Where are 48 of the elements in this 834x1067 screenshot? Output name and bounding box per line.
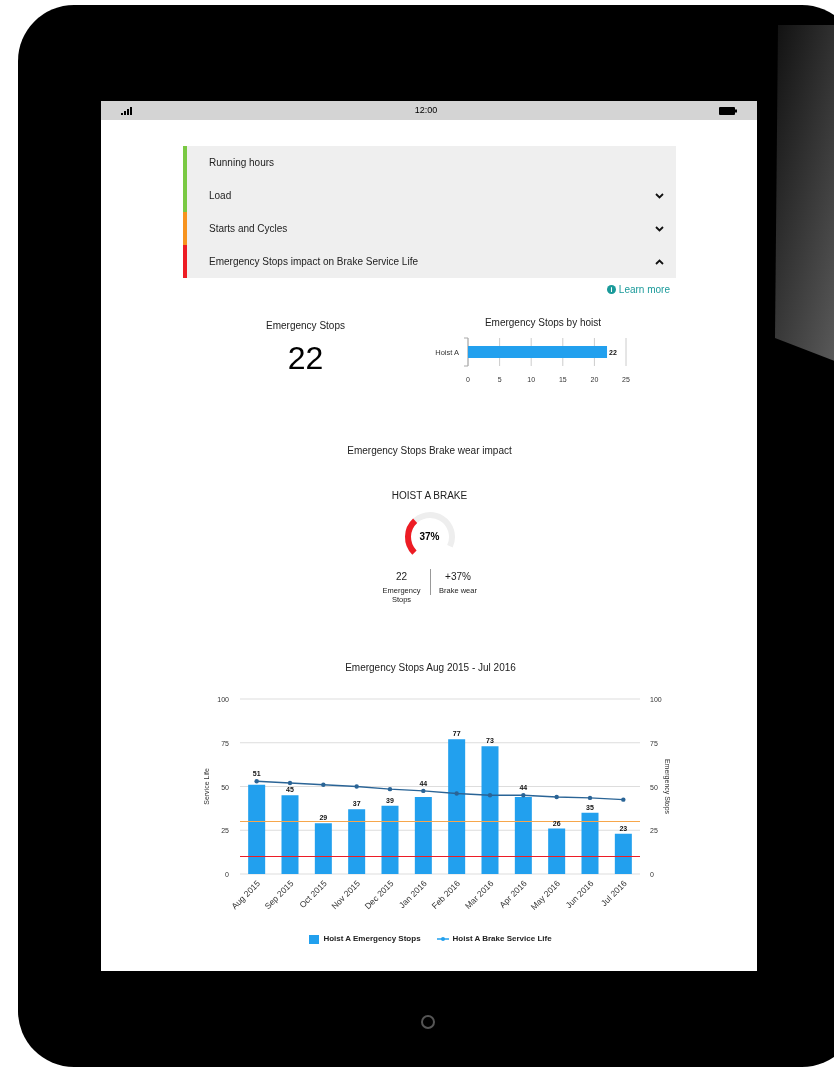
bar <box>314 823 332 874</box>
accordion-label: Starts and Cycles <box>209 222 288 236</box>
bar <box>547 828 565 874</box>
legend-swatch-icon <box>309 934 320 944</box>
chevron-down-icon <box>655 192 664 199</box>
gauge-fill <box>404 518 417 555</box>
chevron-down-icon <box>655 225 664 232</box>
data-point <box>487 793 492 798</box>
accordion-item[interactable]: Emergency Stops impact on Brake Service Life <box>183 245 676 278</box>
status-time: 12:00 <box>414 103 438 117</box>
stat-title: Emergency Stops <box>266 319 345 333</box>
data-point <box>620 797 626 802</box>
legend-line-icon <box>436 936 449 942</box>
chart-title: Emergency Stops by hoist <box>484 316 602 330</box>
stat-value: 22 <box>395 570 408 584</box>
data-point <box>420 788 426 794</box>
data-point <box>553 794 559 800</box>
signal-icon <box>121 106 133 115</box>
data-point <box>453 791 459 796</box>
data-point <box>320 782 326 787</box>
accordion-item[interactable]: Load <box>183 179 676 212</box>
gauge-title: HOIST A BRAKE <box>391 489 468 503</box>
stat-value: 22 <box>287 342 324 374</box>
data-point <box>353 784 359 789</box>
section-title: Emergency Stops Brake wear impact <box>347 444 512 458</box>
accordion-label: Load <box>209 189 232 203</box>
accordion-item[interactable]: Starts and Cycles <box>183 212 676 245</box>
axis-line <box>463 337 469 367</box>
legend-label: Hoist A Brake Service Life <box>452 933 552 945</box>
bar <box>581 812 598 874</box>
accordion-label: Emergency Stops impact on Brake Service Life <box>209 255 418 269</box>
stat-value: +37% <box>445 570 471 584</box>
data-point <box>520 793 526 798</box>
data-point <box>587 795 592 801</box>
bar <box>381 805 398 874</box>
battery-icon <box>719 106 737 115</box>
chart-title: Emergency Stops Aug 2015 - Jul 2016 <box>345 661 516 675</box>
gauge-value: 37% <box>418 530 441 544</box>
data-point <box>287 780 292 786</box>
bar <box>347 809 365 874</box>
chevron-up-icon <box>655 258 664 265</box>
legend-label: Hoist A Emergency Stops <box>323 933 421 945</box>
home-button[interactable] <box>421 1015 435 1029</box>
accordion-label: Running hours <box>209 156 275 170</box>
data-point <box>387 786 392 792</box>
accordion-item[interactable]: Running hours <box>183 146 676 179</box>
data-point <box>253 779 259 784</box>
bar <box>614 833 632 874</box>
